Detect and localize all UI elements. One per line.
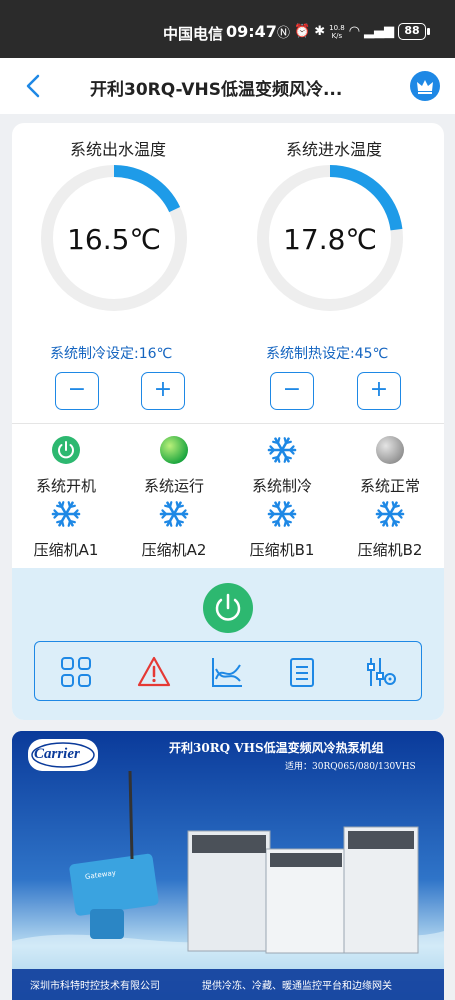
banner-slogan: 提供冷冻、冷藏、暖通监控平台和边缘网关 [202,981,392,992]
inlet-temp-value: 17.8℃ [283,223,377,256]
outlet-temp-value: 16.5℃ [67,223,161,256]
snowflake-icon [159,501,189,527]
banner-headline: 开利30RQ VHS低温变频风冷热泵机组 [169,741,384,755]
status-icons: Ⓝ ⏰ ✱ 10.8 K/s ◠ ▂▄▆ [277,22,395,42]
status-label: 系统制冷 [251,477,312,495]
nfc-icon: Ⓝ [277,26,291,41]
crown-icon[interactable] [410,71,440,101]
trend-chart-icon[interactable] [210,655,244,689]
power-button[interactable] [203,583,253,633]
page-title: 开利30RQ-VHS低温变频风冷... [90,80,343,100]
status-label: 系统开机 [35,477,96,495]
cooling-plus-button[interactable]: + [141,372,185,410]
status-label: 压缩机B2 [357,541,423,559]
heating-minus-button[interactable]: − [270,372,314,410]
product-banner[interactable]: Carrier 开利30RQ VHS低温变频风冷热泵机组 适用：30RQ065/… [12,731,444,1000]
signal-icon: ▂▄▆ [364,24,395,39]
banner-applies-to: 适用：30RQ065/080/130VHS [285,762,416,772]
green-dot-icon [160,436,188,464]
cooling-minus-button[interactable]: − [55,372,99,410]
function-toolbar [34,641,422,701]
status-compressor-b2: 压缩机B2 [340,499,440,560]
status-bar: 中国电信 09:47 Ⓝ ⏰ ✱ 10.8 K/s ◠ ▂▄▆ 88 [0,0,455,58]
network-speed: 10.8 K/s [329,23,345,40]
section-divider [12,423,444,424]
status-system-on: 系统开机 [16,435,116,496]
bluetooth-icon: ✱ [314,24,326,39]
control-card: 系统出水温度 16.5℃ 系统制冷设定:16℃ − + 系统进水温度 17.8℃… [12,123,444,720]
banner-company: 深圳市科特时控技术有限公司 [30,981,160,992]
status-system-normal: 系统正常 [340,435,440,496]
snowflake-icon [267,437,297,463]
heating-plus-button[interactable]: + [357,372,401,410]
alarm-warning-icon[interactable] [137,655,171,689]
clock-time: 09:47 [226,22,277,41]
grid-icon[interactable] [59,655,93,689]
status-system-cooling: 系统制冷 [232,435,332,496]
snowflake-icon [267,501,297,527]
app-header: 开利30RQ-VHS低温变频风冷... [0,58,455,114]
status-compressor-b1: 压缩机B1 [232,499,332,560]
battery-indicator: 88 [398,23,430,40]
brand-logo: Carrier [34,746,80,762]
power-green-icon [52,436,80,464]
inlet-temp-label: 系统进水温度 [286,140,383,159]
control-panel [12,568,444,720]
settings-sliders-icon[interactable] [363,655,397,689]
carrier-name: 中国电信 [163,25,224,43]
status-compressor-a2: 压缩机A2 [124,499,224,560]
status-compressor-a1: 压缩机A1 [16,499,116,560]
status-label: 压缩机A1 [33,541,99,559]
wifi-icon: ◠ [348,24,361,39]
status-label: 压缩机A2 [141,541,207,559]
gray-dot-icon [376,436,404,464]
outlet-temp-label: 系统出水温度 [70,140,167,159]
status-label: 系统运行 [143,477,204,495]
status-label: 压缩机B1 [249,541,315,559]
snowflake-icon [375,501,405,527]
cooling-setpoint: 系统制冷设定:16℃ [50,346,173,362]
back-arrow-icon[interactable] [22,73,46,99]
power-icon [215,593,241,621]
heating-setpoint: 系统制热设定:45℃ [266,346,389,362]
status-label: 系统正常 [359,477,420,495]
list-document-icon[interactable] [285,655,319,689]
alarm-clock-icon: ⏰ [294,24,311,39]
snowflake-icon [51,501,81,527]
status-system-running: 系统运行 [124,435,224,496]
